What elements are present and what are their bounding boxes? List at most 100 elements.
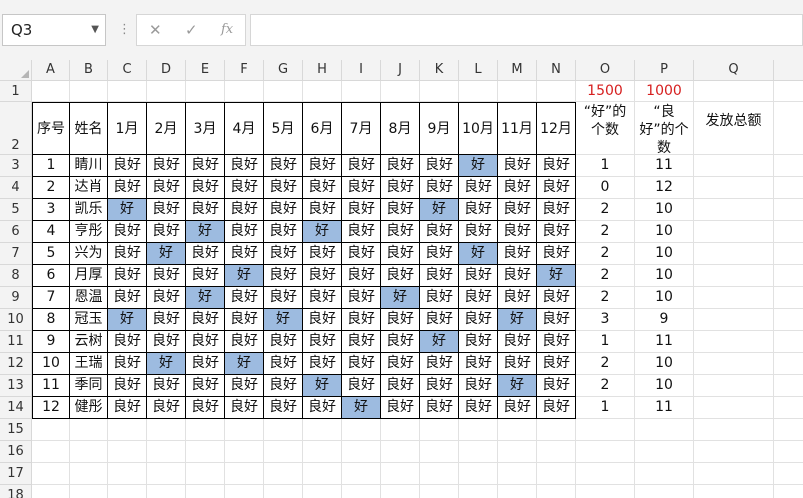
month-rating[interactable]: 好 (147, 243, 186, 265)
name-box[interactable]: Q3 ▼ (2, 14, 106, 46)
fine-count[interactable]: 10 (635, 353, 694, 375)
fine-count[interactable]: 10 (635, 243, 694, 265)
month-rating[interactable]: 良好 (381, 265, 420, 287)
row-header[interactable]: 9 (0, 287, 32, 309)
cell[interactable] (342, 463, 381, 485)
month-rating[interactable]: 良好 (264, 287, 303, 309)
row-header[interactable]: 14 (0, 397, 32, 419)
table-header[interactable]: 10月 (459, 102, 498, 155)
cell[interactable] (225, 419, 264, 441)
column-header[interactable]: O (576, 60, 635, 81)
month-rating[interactable]: 好 (303, 221, 342, 243)
month-rating[interactable]: 良好 (537, 221, 576, 243)
month-rating[interactable]: 良好 (225, 309, 264, 331)
month-rating[interactable]: 良好 (264, 199, 303, 221)
table-header[interactable]: 姓名 (70, 102, 108, 155)
month-rating[interactable]: 良好 (537, 287, 576, 309)
table-header[interactable]: 8月 (381, 102, 420, 155)
cell[interactable] (264, 485, 303, 498)
cell[interactable] (381, 419, 420, 441)
cell[interactable] (774, 397, 803, 419)
cell[interactable] (186, 441, 225, 463)
month-rating[interactable]: 良好 (303, 331, 342, 353)
month-rating[interactable]: 良好 (108, 243, 147, 265)
cell[interactable] (186, 485, 225, 498)
fine-weight-value[interactable]: 1000 (635, 81, 694, 102)
row-header[interactable]: 5 (0, 199, 32, 221)
cell[interactable] (635, 485, 694, 498)
row-number[interactable]: 4 (32, 221, 70, 243)
cell[interactable] (498, 463, 537, 485)
enter-icon[interactable]: ✓ (185, 15, 198, 45)
table-header[interactable]: 11月 (498, 102, 537, 155)
month-rating[interactable]: 良好 (498, 397, 537, 419)
cell[interactable] (774, 485, 803, 498)
fine-count[interactable]: 10 (635, 287, 694, 309)
month-rating[interactable]: 良好 (459, 397, 498, 419)
month-rating[interactable]: 良好 (342, 265, 381, 287)
cell[interactable] (147, 485, 186, 498)
month-rating[interactable]: 良好 (381, 155, 420, 177)
cell[interactable] (774, 221, 803, 243)
month-rating[interactable]: 良好 (459, 353, 498, 375)
month-rating[interactable]: 良好 (459, 331, 498, 353)
month-rating[interactable]: 良好 (381, 375, 420, 397)
month-rating[interactable]: 良好 (381, 221, 420, 243)
month-rating[interactable]: 好 (342, 397, 381, 419)
row-header[interactable]: 16 (0, 441, 32, 463)
month-rating[interactable]: 良好 (537, 331, 576, 353)
cell[interactable] (381, 441, 420, 463)
month-rating[interactable]: 良好 (108, 331, 147, 353)
cell[interactable] (694, 243, 774, 265)
month-rating[interactable]: 良好 (420, 309, 459, 331)
good-count[interactable]: 2 (576, 353, 635, 375)
month-rating[interactable]: 良好 (420, 397, 459, 419)
cell[interactable] (420, 419, 459, 441)
employee-name[interactable]: 云树 (70, 331, 108, 353)
cell[interactable] (32, 485, 70, 498)
month-rating[interactable]: 良好 (498, 221, 537, 243)
cell[interactable] (537, 419, 576, 441)
row-header[interactable]: 10 (0, 309, 32, 331)
month-rating[interactable]: 良好 (147, 199, 186, 221)
month-rating[interactable]: 良好 (225, 199, 264, 221)
month-rating[interactable]: 好 (108, 309, 147, 331)
cell[interactable] (420, 485, 459, 498)
month-rating[interactable]: 良好 (303, 265, 342, 287)
column-header[interactable]: C (108, 60, 147, 81)
cell[interactable] (70, 441, 108, 463)
good-count[interactable]: 2 (576, 287, 635, 309)
cell[interactable] (264, 81, 303, 102)
cell[interactable] (635, 463, 694, 485)
cell[interactable] (303, 441, 342, 463)
cell[interactable] (459, 81, 498, 102)
table-header[interactable]: 6月 (303, 102, 342, 155)
cell[interactable] (694, 177, 774, 199)
cell[interactable] (774, 287, 803, 309)
month-rating[interactable]: 良好 (108, 397, 147, 419)
cell[interactable] (32, 441, 70, 463)
fine-count[interactable]: 12 (635, 177, 694, 199)
cell[interactable] (108, 441, 147, 463)
row-number[interactable]: 5 (32, 243, 70, 265)
month-rating[interactable]: 良好 (303, 309, 342, 331)
month-rating[interactable]: 良好 (459, 199, 498, 221)
month-rating[interactable]: 好 (147, 353, 186, 375)
cell[interactable] (774, 155, 803, 177)
cell[interactable] (694, 375, 774, 397)
month-rating[interactable]: 好 (459, 155, 498, 177)
month-rating[interactable]: 良好 (303, 287, 342, 309)
month-rating[interactable]: 良好 (537, 243, 576, 265)
cell[interactable] (108, 463, 147, 485)
cell[interactable] (32, 463, 70, 485)
month-rating[interactable]: 良好 (225, 287, 264, 309)
month-rating[interactable]: 良好 (108, 353, 147, 375)
month-rating[interactable]: 良好 (498, 353, 537, 375)
month-rating[interactable]: 好 (381, 287, 420, 309)
cell[interactable] (186, 81, 225, 102)
cell[interactable] (381, 81, 420, 102)
month-rating[interactable]: 良好 (147, 309, 186, 331)
chevron-down-icon[interactable]: ▼ (91, 15, 99, 45)
cell[interactable] (70, 463, 108, 485)
cell[interactable] (264, 441, 303, 463)
